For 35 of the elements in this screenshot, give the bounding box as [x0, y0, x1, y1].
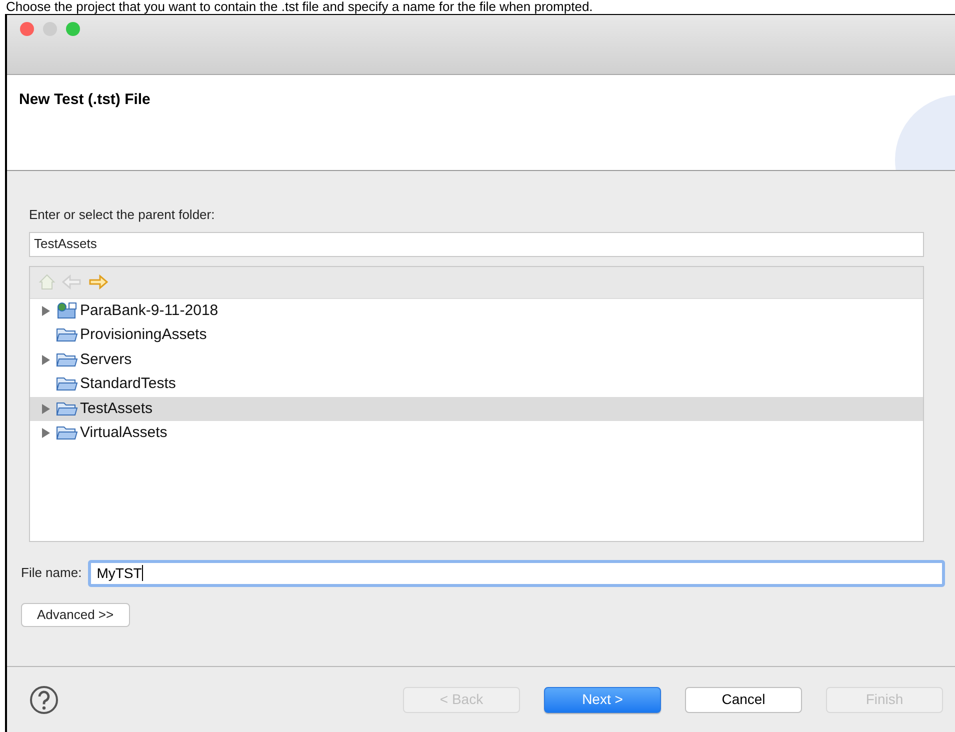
dialog-button[interactable]: Cancel [685, 686, 802, 712]
tree-item-label: VirtualAssets [80, 423, 168, 443]
file-name-label: File name: [21, 564, 82, 582]
tree-item-label: Servers [80, 350, 132, 370]
parent-folder-field[interactable]: TestAssets [29, 232, 924, 256]
tree-item[interactable]: ProvisioningAssets [30, 323, 923, 348]
tree-item-label: StandardTests [80, 374, 176, 394]
folder-icon [56, 327, 78, 344]
tree-item[interactable]: ParaBank-9-11-2018 [30, 298, 923, 323]
advanced-button[interactable]: Advanced >> [21, 602, 130, 626]
tree-item-label: ParaBank-9-11-2018 [80, 300, 218, 320]
folder-icon [56, 425, 78, 442]
help-icon[interactable] [29, 684, 59, 714]
caption-text: Choose the project that you want to contain the .tst file and specify a name for the file when prompted. [5, 0, 594, 14]
window-control-icon[interactable] [66, 22, 80, 36]
tree-item-label: ProvisioningAssets [80, 325, 207, 345]
expand-arrow-icon[interactable] [42, 404, 50, 414]
forward-arrow-icon[interactable] [88, 274, 108, 290]
window-control-icon[interactable] [43, 22, 57, 36]
tree-item[interactable]: TestAssets [30, 396, 923, 421]
tree-item[interactable]: StandardTests [30, 372, 923, 396]
file-name-field[interactable]: MyTST [88, 560, 945, 586]
expand-arrow-icon[interactable] [42, 306, 50, 316]
folder-icon [56, 400, 78, 417]
window-control-icon[interactable] [20, 22, 34, 36]
parent-folder-label: Enter or select the parent folder: [29, 206, 216, 224]
tree-item[interactable]: VirtualAssets [30, 421, 923, 446]
tree-item[interactable]: Servers [30, 348, 923, 372]
tree-item-label: TestAssets [80, 398, 153, 418]
header-title: New Test (.tst) File [19, 90, 150, 110]
folder-icon [56, 352, 78, 368]
folder-icon [56, 376, 78, 392]
expand-arrow-icon[interactable] [42, 428, 50, 438]
project-folder-icon [56, 302, 78, 320]
expand-arrow-icon[interactable] [42, 354, 50, 365]
